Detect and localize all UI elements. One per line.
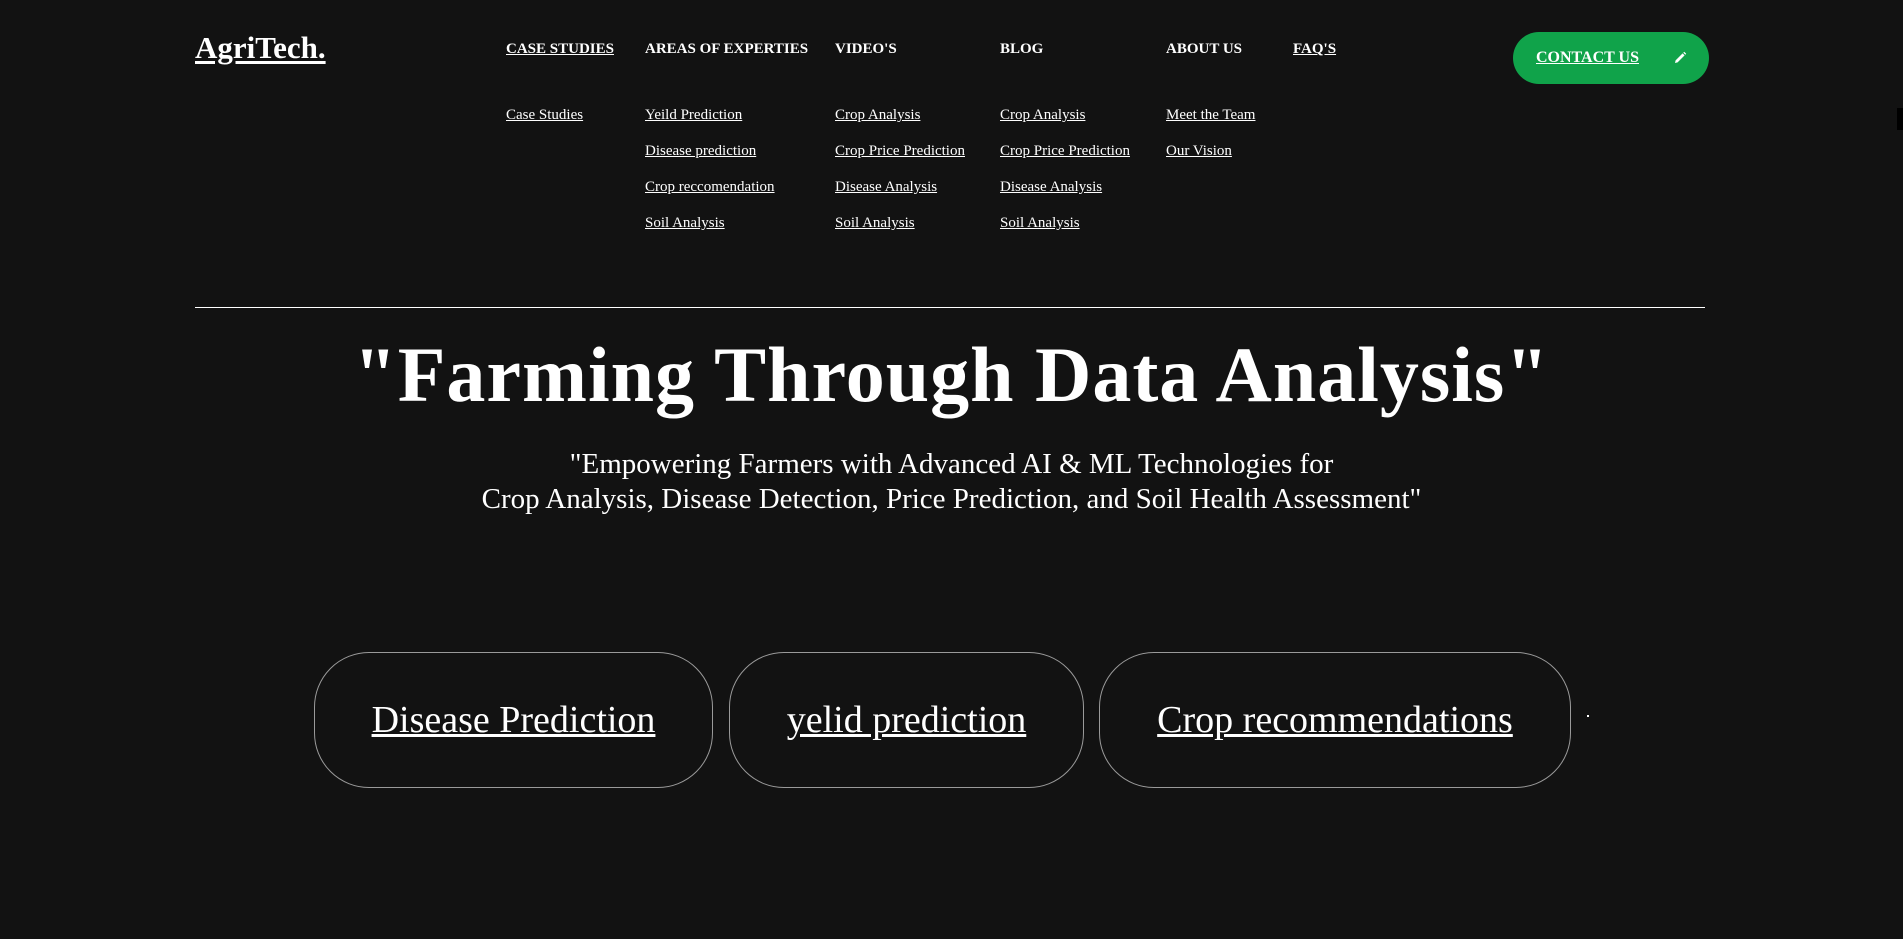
nav-link-yeild-prediction[interactable]: Yeild Prediction [645, 106, 808, 142]
nav-link-disease-prediction[interactable]: Disease prediction [645, 142, 808, 178]
nav-heading-faqs[interactable]: FAQ'S [1293, 40, 1336, 58]
nav-link-blog-crop-price-prediction[interactable]: Crop Price Prediction [1000, 142, 1130, 178]
nav-link-our-vision[interactable]: Our Vision [1166, 142, 1255, 178]
nav-column-faqs: FAQ'S [1293, 40, 1336, 58]
nav-heading-blog[interactable]: BLOG [1000, 40, 1130, 58]
nav-column-about-us: ABOUT US Meet the Team Our Vision [1166, 40, 1255, 178]
nav-link-video-disease-analysis[interactable]: Disease Analysis [835, 178, 965, 214]
nav-link-case-studies[interactable]: Case Studies [506, 106, 614, 142]
nav-link-blog-crop-analysis[interactable]: Crop Analysis [1000, 106, 1130, 142]
nav-submenu-blog: Crop Analysis Crop Price Prediction Dise… [1000, 106, 1130, 250]
nav-heading-about-us[interactable]: ABOUT US [1166, 40, 1255, 58]
nav-column-blog: BLOG Crop Analysis Crop Price Prediction… [1000, 40, 1130, 250]
nav-column-videos: VIDEO'S Crop Analysis Crop Price Predict… [835, 40, 965, 250]
nav-heading-videos[interactable]: VIDEO'S [835, 40, 965, 58]
disease-prediction-link[interactable]: Disease Prediction [372, 698, 656, 742]
contact-us-button[interactable]: CONTACT US [1513, 32, 1709, 84]
hero-subtitle-line-1: "Empowering Farmers with Advanced AI & M… [569, 448, 1334, 480]
nav-link-video-crop-analysis[interactable]: Crop Analysis [835, 106, 965, 142]
nav-link-video-soil-analysis[interactable]: Soil Analysis [835, 214, 965, 250]
nav-link-soil-analysis[interactable]: Soil Analysis [645, 214, 808, 250]
pencil-icon [1673, 51, 1687, 65]
nav-submenu-areas-of-experties: Yeild Prediction Disease prediction Crop… [645, 106, 808, 250]
nav-link-meet-the-team[interactable]: Meet the Team [1166, 106, 1255, 142]
contact-us-label: CONTACT US [1536, 49, 1639, 66]
yelid-prediction-link[interactable]: yelid prediction [787, 698, 1027, 742]
nav-submenu-about-us: Meet the Team Our Vision [1166, 106, 1255, 178]
nav-link-blog-soil-analysis[interactable]: Soil Analysis [1000, 214, 1130, 250]
logo-link[interactable]: AgriTech. [195, 30, 326, 66]
hero-title: "Farming Through Data Analysis" [353, 331, 1550, 418]
nav-link-video-crop-price-prediction[interactable]: Crop Price Prediction [835, 142, 965, 178]
yelid-prediction-card[interactable]: yelid prediction [729, 652, 1084, 788]
nav-column-case-studies: CASE STUDIES Case Studies [506, 40, 614, 142]
scroll-indicator[interactable] [1897, 108, 1903, 130]
nav-submenu-videos: Crop Analysis Crop Price Prediction Dise… [835, 106, 965, 250]
nav-heading-case-studies[interactable]: CASE STUDIES [506, 40, 614, 58]
crop-recommendations-card[interactable]: Crop recommendations [1099, 652, 1571, 788]
nav-heading-areas-of-experties[interactable]: AREAS OF EXPERTIES [645, 40, 808, 58]
nav-link-blog-disease-analysis[interactable]: Disease Analysis [1000, 178, 1130, 214]
disease-prediction-card[interactable]: Disease Prediction [314, 652, 713, 788]
header-divider [195, 307, 1705, 308]
page: AgriTech. CASE STUDIES Case Studies AREA… [0, 0, 1903, 939]
nav-column-areas-of-experties: AREAS OF EXPERTIES Yeild Prediction Dise… [645, 40, 808, 250]
hero-subtitle-line-2: Crop Analysis, Disease Detection, Price … [481, 483, 1422, 515]
crop-recommendations-link[interactable]: Crop recommendations [1157, 698, 1513, 742]
nav-submenu-case-studies: Case Studies [506, 106, 614, 142]
stray-dot [1587, 715, 1589, 717]
hero-subtitle: "Empowering Farmers with Advanced AI & M… [0, 447, 1903, 517]
nav-link-crop-reccomendation[interactable]: Crop reccomendation [645, 178, 808, 214]
